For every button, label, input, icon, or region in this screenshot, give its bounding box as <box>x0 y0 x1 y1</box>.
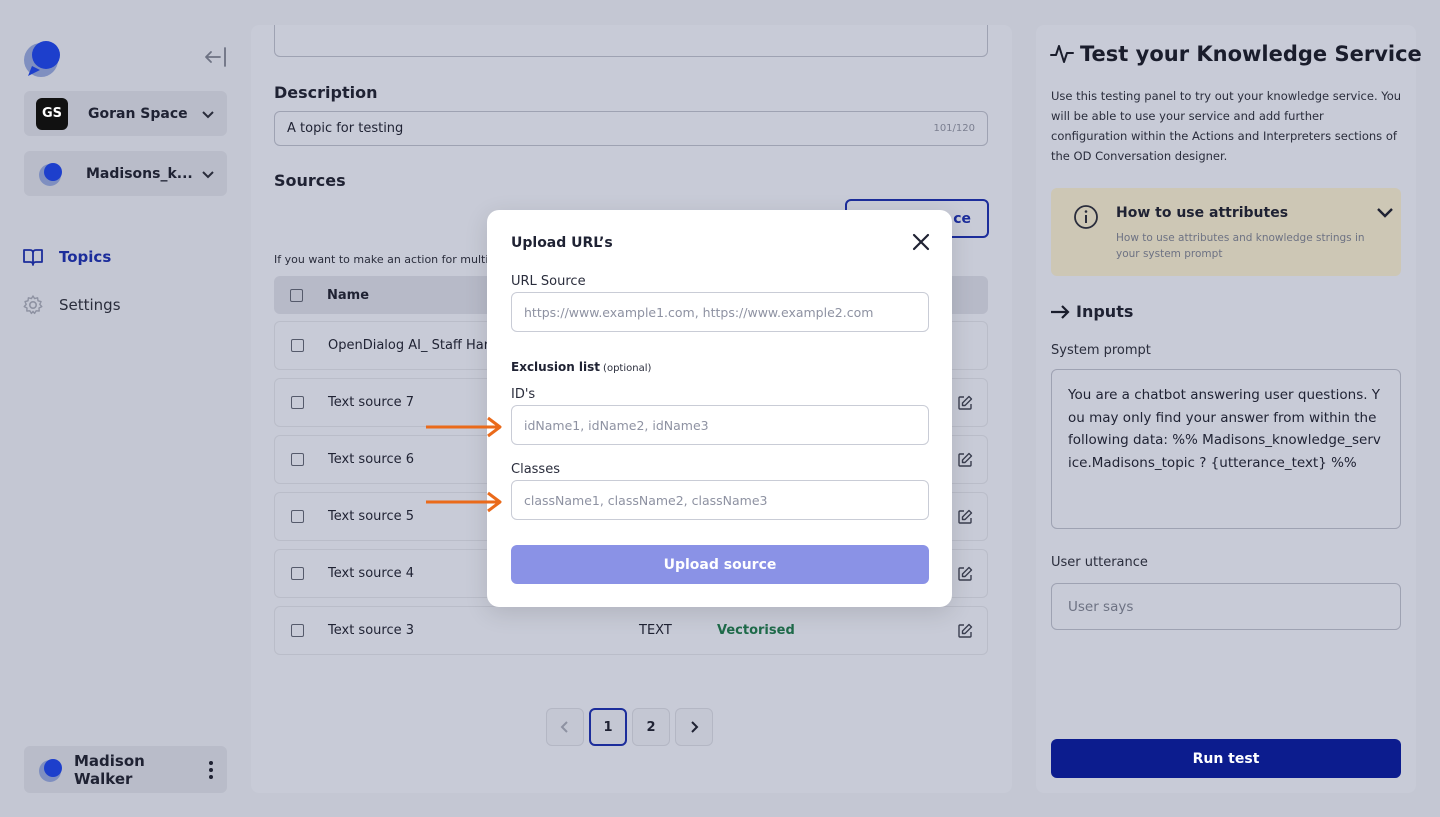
annotation-arrow-icon <box>426 491 502 513</box>
modal-title: Upload URL’s <box>511 235 613 251</box>
source-name: OpenDialog AI_ Staff Har <box>328 338 490 353</box>
gear-icon <box>23 295 43 315</box>
row-checkbox[interactable] <box>291 510 304 523</box>
user-name: Madison Walker <box>74 751 145 788</box>
activity-icon <box>1050 45 1074 63</box>
description-field[interactable]: A topic for testing 101/120 <box>274 111 988 146</box>
opendialog-logo <box>24 41 60 77</box>
source-name: Text source 3 <box>328 623 414 638</box>
user-utterance-input[interactable]: User says <box>1051 583 1401 630</box>
chevron-down-icon[interactable] <box>1375 203 1395 223</box>
edit-icon[interactable] <box>957 623 973 639</box>
test-panel: Test your Knowledge Service Use this tes… <box>1036 25 1422 793</box>
annotation-arrow-icon <box>426 416 502 438</box>
source-type: TEXT <box>639 623 672 638</box>
status-badge: Vectorised <box>717 623 795 638</box>
collapse-sidebar-icon[interactable] <box>202 46 228 68</box>
workspace-initials: GS <box>36 97 68 130</box>
chevron-down-icon <box>202 110 214 118</box>
user-utterance-label: User utterance <box>1051 555 1148 570</box>
pagination-page-1[interactable]: 1 <box>589 708 627 746</box>
system-prompt-label: System prompt <box>1051 343 1151 358</box>
url-source-input[interactable] <box>511 292 929 332</box>
test-panel-title-text: Test your Knowledge Service <box>1080 42 1422 66</box>
attributes-help-accordion[interactable]: How to use attributes How to use attribu… <box>1051 188 1401 276</box>
topic-name-field[interactable] <box>274 25 988 57</box>
info-icon <box>1074 205 1098 229</box>
row-checkbox[interactable] <box>291 396 304 409</box>
close-icon[interactable] <box>911 232 931 252</box>
row-checkbox[interactable] <box>291 624 304 637</box>
service-selector[interactable]: Madisons_k... <box>24 151 227 196</box>
sidebar: GS Goran Space Madisons_k... Topics Sett… <box>0 0 250 817</box>
upload-source-button[interactable]: Upload source <box>511 545 929 584</box>
sidebar-item-label: Settings <box>59 296 121 314</box>
chevron-right-icon <box>691 721 699 733</box>
character-count: 101/120 <box>933 123 975 134</box>
select-all-checkbox[interactable] <box>290 288 303 302</box>
source-name: Text source 6 <box>328 452 414 467</box>
edit-icon[interactable] <box>957 509 973 525</box>
source-name: Text source 5 <box>328 509 414 524</box>
user-menu[interactable]: Madison Walker <box>24 746 227 793</box>
pagination-prev-button[interactable] <box>546 708 584 746</box>
sidebar-item-label: Topics <box>59 248 112 266</box>
workspace-selector[interactable]: GS Goran Space <box>24 91 227 136</box>
inputs-heading: Inputs <box>1050 302 1133 321</box>
classes-label: Classes <box>511 462 560 477</box>
run-test-button[interactable]: Run test <box>1051 739 1401 778</box>
avatar <box>39 758 62 782</box>
workspace-name: Goran Space <box>88 105 188 122</box>
row-checkbox[interactable] <box>291 339 304 352</box>
arrow-right-icon <box>1051 304 1070 319</box>
table-row[interactable]: Text source 3 TEXT Vectorised <box>274 606 988 655</box>
exclusion-list-label: Exclusion list <box>511 360 601 374</box>
system-prompt-field[interactable]: You are a chatbot answering user questio… <box>1051 369 1401 529</box>
column-header-name: Name <box>327 287 370 303</box>
sidebar-item-topics[interactable]: Topics <box>22 246 111 268</box>
classes-input[interactable] <box>511 480 929 520</box>
description-value: A topic for testing <box>287 121 404 136</box>
upload-urls-modal: Upload URL’s URL Source Exclusion list(o… <box>487 210 952 607</box>
test-panel-title: Test your Knowledge Service <box>1050 42 1422 66</box>
inputs-heading-text: Inputs <box>1076 302 1134 321</box>
ids-label: ID's <box>511 387 536 402</box>
description-label: Description <box>274 83 378 102</box>
service-avatar-icon <box>39 162 62 186</box>
add-source-label: ce <box>953 210 971 227</box>
more-options-icon[interactable] <box>205 759 217 781</box>
service-name: Madisons_k... <box>86 165 193 182</box>
source-name: Text source 7 <box>328 395 414 410</box>
edit-icon[interactable] <box>957 395 973 411</box>
exclusion-list-heading: Exclusion list (optional) <box>511 360 651 374</box>
ids-input[interactable] <box>511 405 929 445</box>
row-checkbox[interactable] <box>291 567 304 580</box>
pagination-page-2[interactable]: 2 <box>632 708 670 746</box>
attributes-help-subtitle: How to use attributes and knowledge stri… <box>1116 232 1365 260</box>
edit-icon[interactable] <box>957 452 973 468</box>
source-name: Text source 4 <box>328 566 414 581</box>
pagination-next-button[interactable] <box>675 708 713 746</box>
attributes-help-title: How to use attributes <box>1116 205 1289 221</box>
sidebar-item-settings[interactable]: Settings <box>22 294 121 316</box>
bulk-action-hint: If you want to make an action for multip <box>274 253 496 266</box>
optional-tag: (optional) <box>603 363 652 374</box>
book-icon <box>23 249 43 266</box>
row-checkbox[interactable] <box>291 453 304 466</box>
test-panel-description: Use this testing panel to try out your k… <box>1051 89 1402 163</box>
sources-heading: Sources <box>274 171 346 190</box>
chevron-left-icon <box>560 721 568 733</box>
edit-icon[interactable] <box>957 566 973 582</box>
chevron-down-icon <box>202 170 214 178</box>
url-source-label: URL Source <box>511 274 586 289</box>
